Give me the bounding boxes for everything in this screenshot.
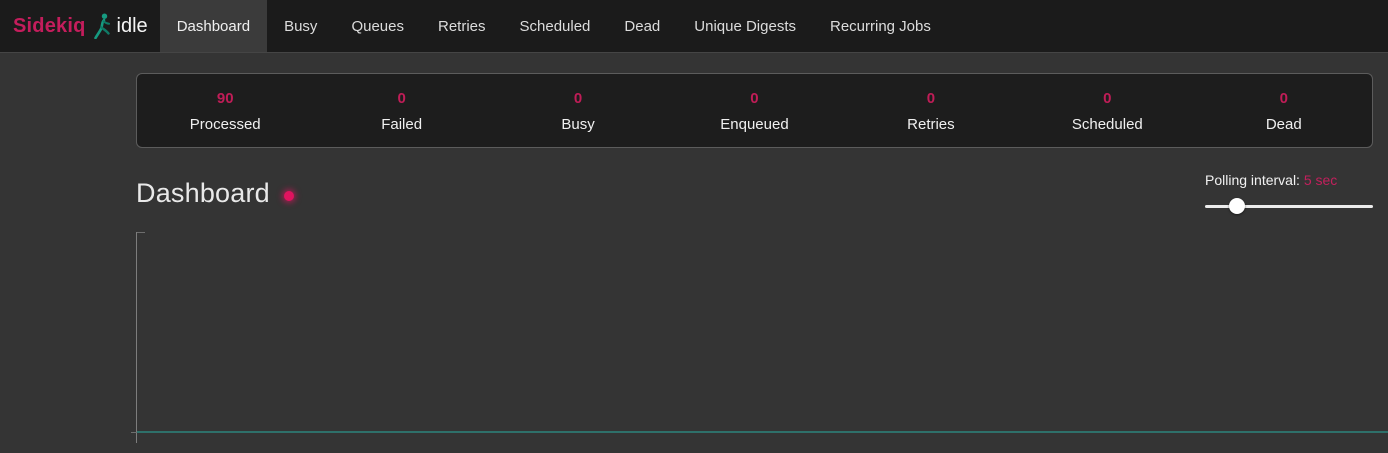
polling-interval-slider[interactable] xyxy=(1205,198,1373,214)
polling-interval-label: Polling interval: 5 sec xyxy=(1205,172,1373,188)
nav-tab-retries[interactable]: Retries xyxy=(421,0,503,52)
stat-retries-label: Retries xyxy=(843,116,1019,133)
chart-y-axis xyxy=(136,232,137,443)
chart-zero-line xyxy=(137,431,1388,433)
stat-dead-label: Dead xyxy=(1196,116,1372,133)
nav-tab-unique-digests[interactable]: Unique Digests xyxy=(677,0,813,52)
stat-busy: 0 Busy xyxy=(490,88,666,133)
nav-tab-recurring-jobs[interactable]: Recurring Jobs xyxy=(813,0,948,52)
stat-processed-value: 90 xyxy=(137,90,313,107)
polling-value: 5 sec xyxy=(1304,172,1337,188)
nav-tab-busy[interactable]: Busy xyxy=(267,0,334,52)
stat-dead-value: 0 xyxy=(1196,90,1372,107)
nav-tab-queues[interactable]: Queues xyxy=(334,0,421,52)
stat-failed-label: Failed xyxy=(313,116,489,133)
nav-tab-dashboard[interactable]: Dashboard xyxy=(160,0,267,52)
slider-thumb[interactable] xyxy=(1229,198,1245,214)
navbar: Sidekiq idle Dashboard Busy Queues Retri… xyxy=(0,0,1388,53)
nav-tab-scheduled[interactable]: Scheduled xyxy=(503,0,608,52)
process-status: idle xyxy=(117,15,148,38)
brand-logo-text: Sidekiq xyxy=(13,15,86,38)
stat-enqueued-value: 0 xyxy=(666,90,842,107)
polling-interval-control: Polling interval: 5 sec xyxy=(1205,172,1373,214)
realtime-chart xyxy=(136,232,1388,443)
live-poll-beacon-icon xyxy=(284,191,294,201)
stat-retries-value: 0 xyxy=(843,90,1019,107)
chart-axis-tick xyxy=(137,232,145,233)
stat-processed-label: Processed xyxy=(137,116,313,133)
stat-dead: 0 Dead xyxy=(1196,88,1372,133)
nav-tab-dead[interactable]: Dead xyxy=(607,0,677,52)
nav-tabs: Dashboard Busy Queues Retries Scheduled … xyxy=(160,0,948,52)
page-title: Dashboard xyxy=(136,178,270,209)
brand[interactable]: Sidekiq idle xyxy=(0,0,160,52)
heading-row: Dashboard Polling interval: 5 sec xyxy=(136,172,1373,214)
stat-failed: 0 Failed xyxy=(313,88,489,133)
stat-scheduled: 0 Scheduled xyxy=(1019,88,1195,133)
stat-enqueued: 0 Enqueued xyxy=(666,88,842,133)
stats-summary-bar: 90 Processed 0 Failed 0 Busy 0 Enqueued … xyxy=(136,73,1373,148)
stat-busy-label: Busy xyxy=(490,116,666,133)
stat-busy-value: 0 xyxy=(490,90,666,107)
stat-retries: 0 Retries xyxy=(843,88,1019,133)
stat-scheduled-label: Scheduled xyxy=(1019,116,1195,133)
polling-label-text: Polling interval: xyxy=(1205,172,1304,188)
stat-processed: 90 Processed xyxy=(137,88,313,133)
sidekiq-dancer-icon xyxy=(93,13,110,39)
stat-failed-value: 0 xyxy=(313,90,489,107)
stat-scheduled-value: 0 xyxy=(1019,90,1195,107)
stat-enqueued-label: Enqueued xyxy=(666,116,842,133)
